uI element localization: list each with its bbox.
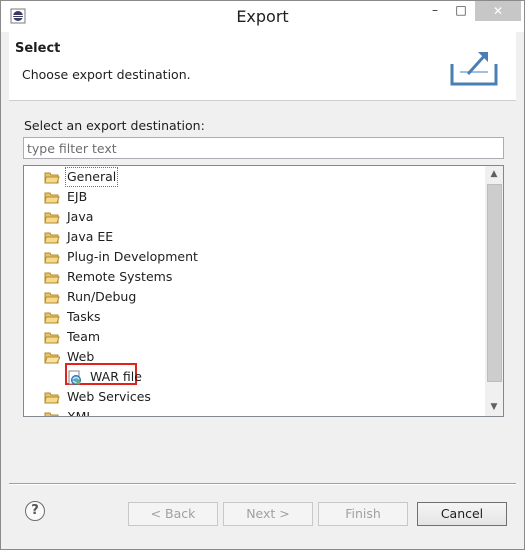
tree-item-label: General <box>65 167 119 187</box>
maximize-button[interactable]: □ <box>449 3 473 23</box>
tree-item-label: Tasks <box>67 309 101 324</box>
scroll-down-arrow[interactable]: ▼ <box>485 399 503 416</box>
tree-scrollbar[interactable]: ▲ ▼ <box>485 166 503 416</box>
folder-icon <box>44 392 60 404</box>
back-button[interactable]: < Back <box>128 502 218 526</box>
tree-item-label: Run/Debug <box>67 289 137 304</box>
wizard-content: Select an export destination: General EJ… <box>9 101 516 479</box>
tree-item-label: Plug-in Development <box>67 249 198 264</box>
folder-icon <box>44 192 60 204</box>
tree-item-label: WAR file <box>90 369 142 384</box>
folder-icon <box>44 272 60 284</box>
filter-input[interactable] <box>23 137 504 159</box>
folder-icon <box>44 212 60 224</box>
folder-icon <box>44 232 60 244</box>
help-button[interactable]: ? <box>25 501 45 521</box>
folder-icon <box>44 412 59 416</box>
scroll-thumb[interactable] <box>487 184 502 382</box>
export-dialog: Export – □ ✕ Select Choose export destin… <box>0 0 525 550</box>
cancel-button[interactable]: Cancel <box>417 502 507 526</box>
tree-item-label: Remote Systems <box>67 269 173 284</box>
page-title: Select <box>15 41 61 56</box>
tree-item-label: EJB <box>67 189 88 204</box>
close-button[interactable]: ✕ <box>475 1 521 21</box>
next-button[interactable]: Next > <box>223 502 313 526</box>
minimize-button[interactable]: – <box>423 3 447 23</box>
title-bar: Export – □ ✕ <box>1 1 524 32</box>
folder-icon <box>44 252 60 264</box>
destination-tree[interactable]: General EJB Java Java EE Plug-in Develop… <box>23 165 504 417</box>
footer-separator <box>9 483 516 485</box>
folder-icon <box>44 172 60 184</box>
tree-item-label: Web Services <box>67 389 151 404</box>
wizard-banner: Select Choose export destination. <box>9 32 516 101</box>
tree-item-label: Team <box>67 329 101 344</box>
tree-item-label: Java EE <box>67 229 114 244</box>
scroll-up-arrow[interactable]: ▲ <box>485 166 503 183</box>
folder-open-icon <box>44 352 60 364</box>
tree-item-label: Java <box>67 209 94 224</box>
folder-icon <box>44 332 60 344</box>
folder-icon <box>44 292 60 304</box>
finish-button[interactable]: Finish <box>318 502 408 526</box>
page-description: Choose export destination. <box>22 67 191 82</box>
export-wizard-icon <box>450 52 498 86</box>
tree-item-label: XML <box>67 409 94 417</box>
war-file-icon <box>68 370 81 385</box>
folder-icon <box>44 312 60 324</box>
destination-prompt: Select an export destination: <box>24 118 205 133</box>
